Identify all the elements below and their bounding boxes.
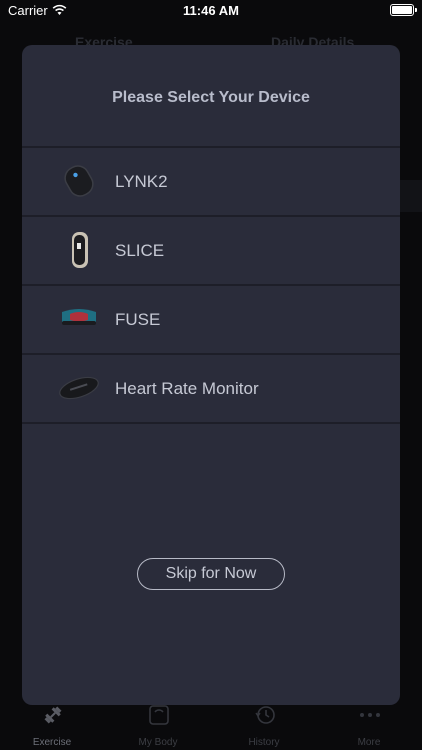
modal-title: Please Select Your Device [112, 89, 310, 106]
status-bar: Carrier 11:46 AM [0, 0, 422, 24]
device-select-modal: Please Select Your Device LYNK2 SLICE FU… [22, 45, 400, 705]
tab-label: My Body [138, 737, 178, 748]
battery-tip [415, 8, 417, 12]
slice-device-icon [72, 232, 88, 268]
skip-for-now-button[interactable]: Skip for Now [137, 558, 285, 590]
device-label: LYNK2 [115, 172, 168, 191]
tab-label: Exercise [32, 737, 72, 748]
dumbbell-icon [44, 706, 62, 724]
scale-icon [149, 705, 169, 725]
device-row-fuse[interactable]: FUSE [22, 286, 400, 353]
device-label: SLICE [115, 241, 165, 260]
tab-my-body[interactable]: My Body [116, 702, 200, 750]
tab-label: History [248, 737, 280, 748]
history-clock-icon [255, 706, 275, 724]
tab-exercise[interactable]: Exercise [10, 702, 94, 750]
device-label: FUSE [115, 310, 161, 329]
more-dots-icon [360, 713, 380, 717]
lynk2-device-icon [64, 165, 94, 197]
tab-label: More [357, 737, 381, 748]
fuse-device-icon [62, 309, 96, 325]
device-row-lynk2[interactable]: LYNK2 [22, 148, 400, 215]
status-time: 11:46 AM [183, 3, 239, 18]
tab-more[interactable]: More [327, 702, 411, 750]
divider [22, 422, 400, 424]
device-row-slice[interactable]: SLICE [22, 217, 400, 284]
device-label: Heart Rate Monitor [115, 379, 259, 398]
device-row-heart-rate-monitor[interactable]: Heart Rate Monitor [22, 355, 400, 422]
heart-rate-monitor-icon [59, 376, 99, 400]
battery-icon [390, 4, 414, 16]
tab-history[interactable]: History [222, 702, 306, 750]
tab-bar: Exercise My Body History More [0, 702, 422, 750]
background-panel [400, 180, 422, 212]
